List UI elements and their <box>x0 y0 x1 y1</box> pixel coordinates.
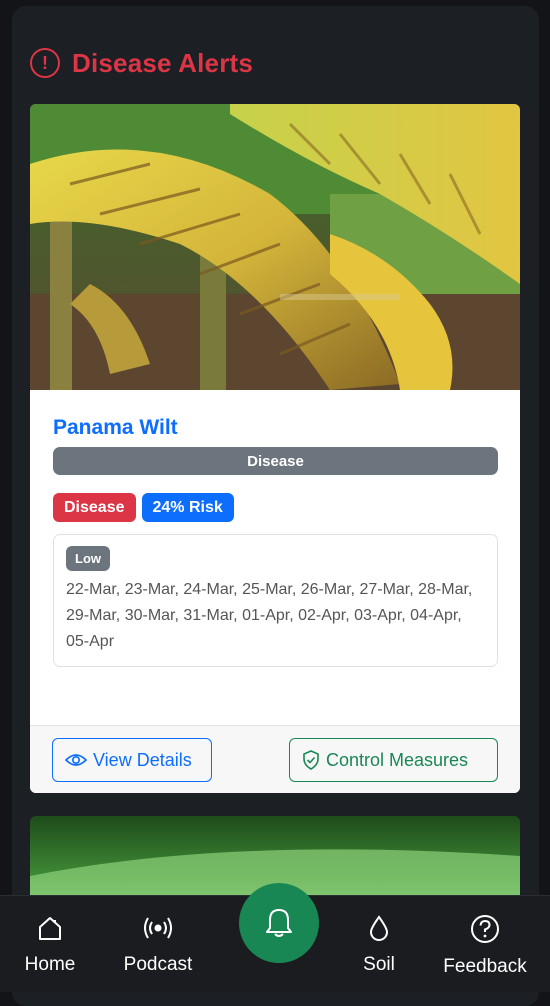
category-badge: Disease <box>53 447 498 475</box>
bell-icon <box>266 909 292 937</box>
nav-home[interactable]: Home <box>22 914 78 976</box>
alerts-header: ! Disease Alerts <box>30 46 253 80</box>
nav-feedback-label: Feedback <box>443 956 527 977</box>
alerts-fab-button[interactable] <box>239 883 319 963</box>
card-footer: View Details Control Measures <box>30 725 520 793</box>
podcast-icon <box>144 917 172 939</box>
nav-soil[interactable]: Soil <box>358 914 400 976</box>
risk-dates: 22-Mar, 23-Mar, 24-Mar, 25-Mar, 26-Mar, … <box>66 581 473 650</box>
page-title: Disease Alerts <box>72 47 254 78</box>
type-badge: Disease <box>53 493 136 522</box>
badge-group: Disease 24% Risk <box>53 493 234 522</box>
shield-check-icon <box>303 750 319 770</box>
home-icon <box>39 917 61 940</box>
view-details-button[interactable]: View Details <box>52 738 212 782</box>
risk-dates-box: Low 22-Mar, 23-Mar, 24-Mar, 25-Mar, 26-M… <box>53 534 498 667</box>
nav-feedback[interactable]: Feedback <box>440 914 530 978</box>
nav-podcast[interactable]: Podcast <box>118 914 198 976</box>
nav-soil-label: Soil <box>363 954 395 975</box>
nav-podcast-label: Podcast <box>123 954 193 975</box>
question-circle-icon <box>471 915 499 943</box>
eye-icon <box>65 754 87 766</box>
nav-home-label: Home <box>24 954 76 975</box>
control-measures-label: Control Measures <box>326 749 469 770</box>
disease-name[interactable]: Panama Wilt <box>53 416 178 440</box>
droplet-icon <box>369 915 389 941</box>
risk-badge: 24% Risk <box>141 493 234 522</box>
disease-photo <box>30 104 520 390</box>
view-details-label: View Details <box>93 749 192 770</box>
control-measures-button[interactable]: Control Measures <box>289 738 498 782</box>
alert-circle-icon: ! <box>30 48 60 78</box>
risk-level-badge: Low <box>66 546 110 571</box>
disease-alert-card: Panama Wilt Disease Disease 24% Risk Low… <box>30 104 520 793</box>
